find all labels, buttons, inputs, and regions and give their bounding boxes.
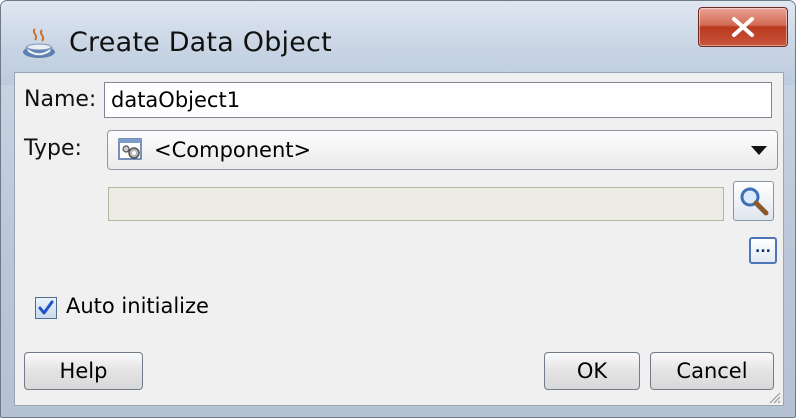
help-button[interactable]: Help xyxy=(24,352,143,390)
magnifier-icon xyxy=(740,187,769,216)
name-label: Name: xyxy=(24,87,97,112)
component-field[interactable] xyxy=(108,187,724,221)
auto-initialize-checkbox[interactable] xyxy=(35,297,57,319)
chevron-down-icon xyxy=(751,146,767,155)
gear-component-icon xyxy=(118,138,144,162)
close-button[interactable] xyxy=(698,7,788,47)
auto-initialize-label: Auto initialize xyxy=(66,294,209,318)
resize-grip-icon[interactable] xyxy=(767,389,781,404)
name-input[interactable] xyxy=(104,82,772,118)
search-button[interactable] xyxy=(733,181,774,221)
type-dropdown[interactable]: <Component> xyxy=(107,130,778,170)
browse-ellipsis-button[interactable]: ... xyxy=(749,237,777,264)
dialog-title: Create Data Object xyxy=(69,27,332,58)
coffee-cup-icon xyxy=(21,25,59,63)
close-icon xyxy=(732,17,754,37)
cancel-button[interactable]: Cancel xyxy=(650,352,774,390)
type-value: <Component> xyxy=(154,138,312,162)
ok-button[interactable]: OK xyxy=(544,352,640,390)
checkmark-icon xyxy=(38,300,54,315)
create-data-object-dialog: Create Data Object Name: Type: <Componen… xyxy=(0,0,796,418)
type-label: Type: xyxy=(24,136,82,161)
dialog-content: Name: Type: <Component> ... xyxy=(14,72,784,406)
